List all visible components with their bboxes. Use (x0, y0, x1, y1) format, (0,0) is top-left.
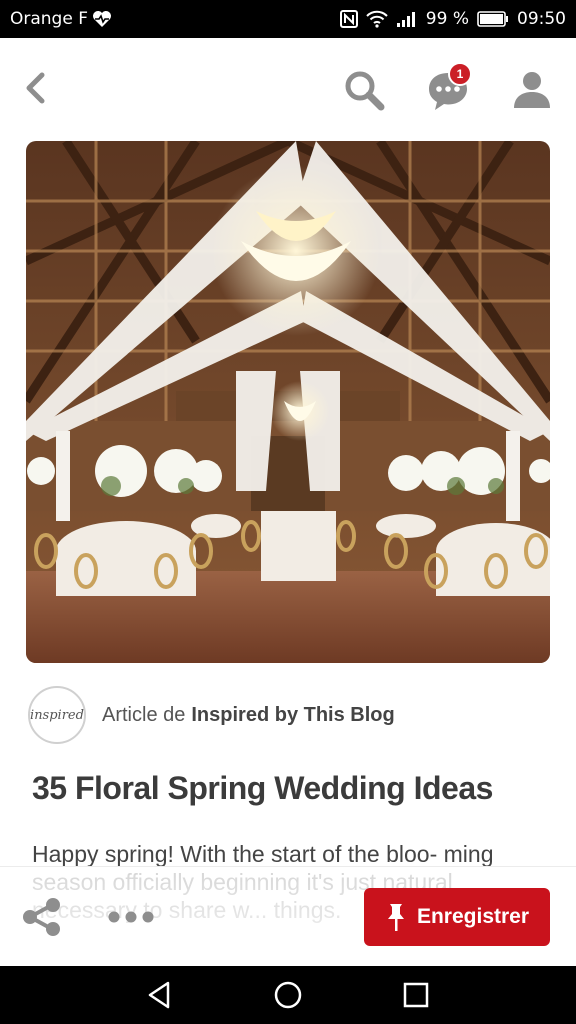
status-bar: Orange F 99 % 09:50 (0, 0, 576, 38)
avatar-logo-text: inspired (30, 707, 84, 723)
more-options-button[interactable] (104, 897, 158, 937)
clock: 09:50 (517, 9, 566, 29)
pin-source[interactable]: inspired Article de Inspired by This Blo… (28, 686, 548, 744)
search-button[interactable] (340, 66, 388, 114)
pushpin-icon (387, 904, 404, 931)
signal-icon (396, 12, 415, 27)
search-icon (345, 71, 385, 111)
share-button[interactable] (20, 897, 64, 937)
nfc-icon (339, 10, 358, 28)
source-prefix: Article de (102, 703, 186, 726)
save-label: Enregistrer (416, 905, 530, 928)
nav-home-button[interactable] (272, 979, 304, 1011)
pin-title: 35 Floral Spring Wedding Ideas (32, 770, 493, 806)
notification-badge: 1 (448, 62, 472, 86)
wifi-icon (366, 10, 388, 28)
pin-action-bar: Enregistrer (0, 866, 576, 966)
top-app-bar: 1 (0, 38, 576, 138)
profile-button[interactable] (508, 66, 556, 114)
triangle-back-icon (148, 981, 170, 1009)
source-label: Article de Inspired by This Blog (102, 704, 395, 727)
system-nav-bar (0, 966, 576, 1024)
person-icon (514, 72, 550, 108)
square-recents-icon (403, 982, 429, 1008)
source-name[interactable]: Inspired by This Blog (191, 704, 394, 727)
carrier-name: Orange F (10, 9, 88, 29)
save-pin-button[interactable]: Enregistrer (364, 888, 550, 946)
more-dots-icon (108, 911, 154, 923)
battery-icon (477, 11, 508, 27)
heart-pulse-icon (93, 11, 111, 27)
chevron-left-icon (26, 72, 45, 104)
nav-recents-button[interactable] (400, 979, 432, 1011)
battery-percent: 99 % (425, 9, 469, 29)
source-avatar[interactable]: inspired (28, 686, 86, 744)
share-icon (23, 898, 60, 936)
circle-home-icon (274, 981, 302, 1009)
back-button[interactable] (18, 70, 54, 106)
wedding-barn-photo (26, 141, 550, 663)
pin-image[interactable] (26, 141, 550, 663)
nav-back-button[interactable] (144, 979, 176, 1011)
